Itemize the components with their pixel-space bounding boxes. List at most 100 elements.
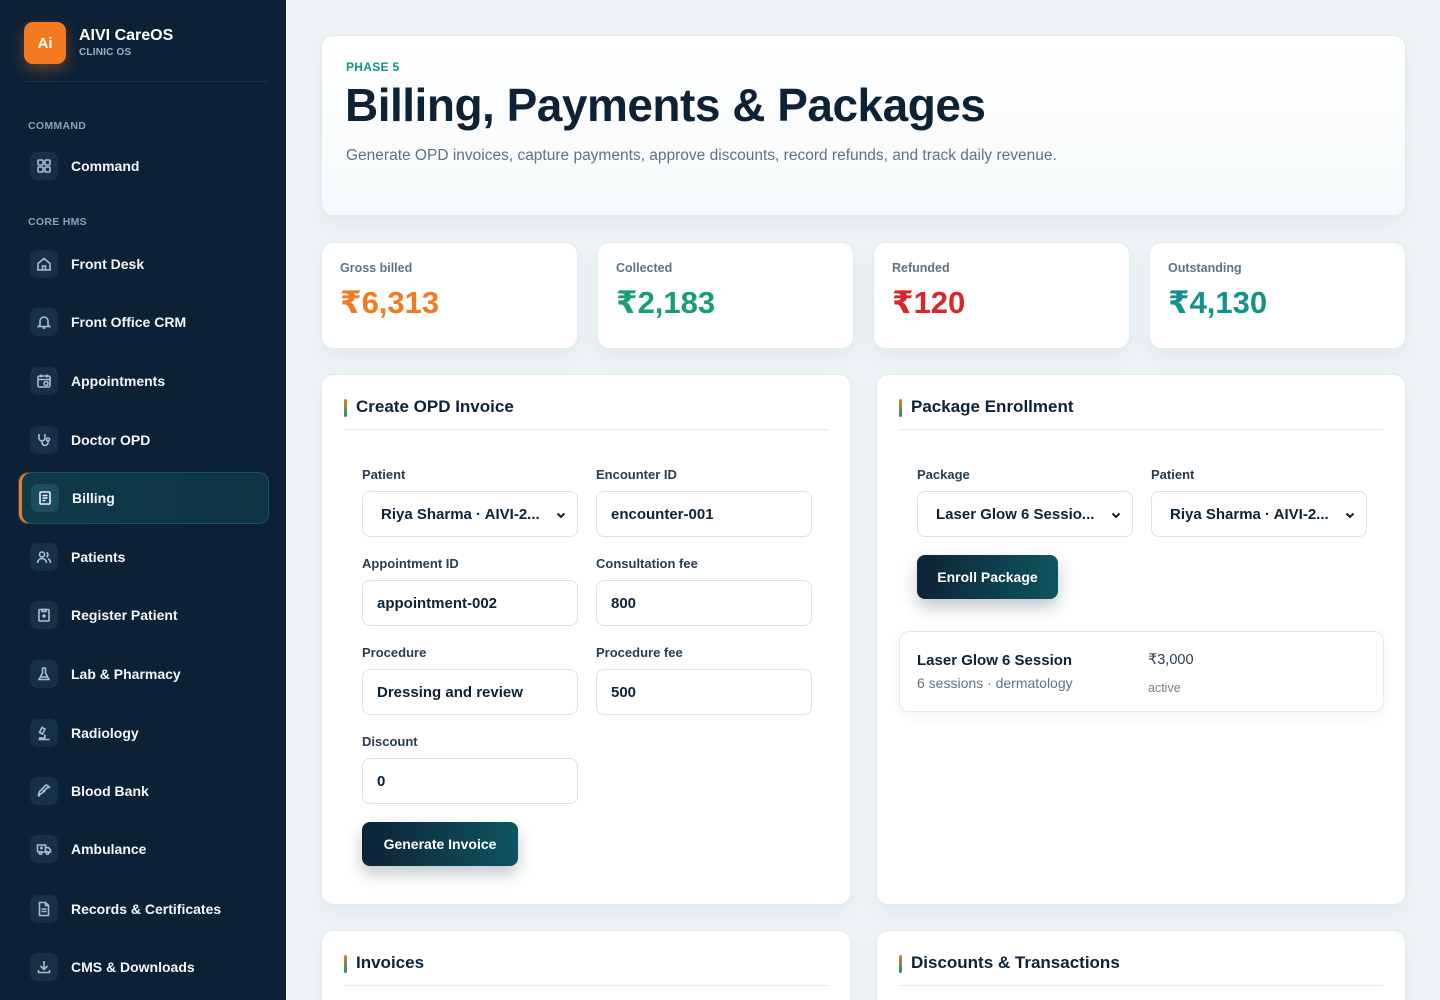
sidebar-item-front-office-crm[interactable]: Front Office CRM xyxy=(18,296,269,348)
package-label: Package xyxy=(917,467,970,482)
divider xyxy=(899,985,1383,986)
brand-name: AIVI CareOS xyxy=(79,27,174,44)
sidebar-item-label: Register Patient xyxy=(71,607,178,623)
clipboard-icon xyxy=(30,601,58,629)
stat-value: ₹6,313 xyxy=(340,285,440,320)
package-price: ₹3,000 xyxy=(1148,652,1194,668)
chevron-down-icon xyxy=(1110,508,1122,520)
procedure-fee-label: Procedure fee xyxy=(596,645,683,660)
sidebar-item-lab-pharmacy[interactable]: Lab & Pharmacy xyxy=(18,648,269,700)
panel-title: Invoices xyxy=(344,953,424,973)
sidebar-item-label: Patients xyxy=(71,549,126,565)
sidebar-item-label: Blood Bank xyxy=(71,783,149,799)
stethoscope-icon xyxy=(30,426,58,454)
stat-outstanding: Outstanding ₹4,130 xyxy=(1149,242,1406,349)
stat-label: Collected xyxy=(616,261,673,275)
package-name: Laser Glow 6 Session xyxy=(917,652,1073,669)
consultation-fee-label: Consultation fee xyxy=(596,556,698,571)
sidebar: Ai AIVI CareOS CLINIC OS COMMAND Command… xyxy=(0,0,286,1000)
sidebar-item-label: Front Office CRM xyxy=(71,314,187,330)
stat-label: Gross billed xyxy=(340,261,413,275)
sidebar-item-label: Appointments xyxy=(71,373,166,389)
procedure-fee-input[interactable] xyxy=(596,669,812,715)
document-icon xyxy=(30,895,58,923)
patient-select-value: Riya Sharma · AIVI-2... xyxy=(1170,505,1329,523)
ambulance-icon xyxy=(30,835,58,863)
microscope-icon xyxy=(30,719,58,747)
stat-value: ₹120 xyxy=(892,285,966,320)
generate-invoice-button[interactable]: Generate Invoice xyxy=(362,822,518,866)
panel-title: Create OPD Invoice xyxy=(344,397,514,417)
patient-label: Patient xyxy=(1151,467,1195,482)
invoices-panel: Invoices xyxy=(321,930,851,1000)
flask-icon xyxy=(30,660,58,688)
stat-value: ₹2,183 xyxy=(616,285,716,320)
brand-logo: Ai xyxy=(24,22,66,64)
sidebar-item-radiology[interactable]: Radiology xyxy=(18,707,269,759)
main-content: PHASE 5 Billing, Payments & Packages Gen… xyxy=(286,0,1440,1000)
discount-label: Discount xyxy=(362,734,418,749)
sidebar-item-records-certificates[interactable]: Records & Certificates xyxy=(18,883,269,935)
sidebar-item-register-patient[interactable]: Register Patient xyxy=(18,589,269,641)
page-title: Billing, Payments & Packages xyxy=(345,79,986,131)
brand-subtitle: CLINIC OS xyxy=(79,47,132,58)
consultation-fee-input[interactable] xyxy=(596,580,812,626)
sidebar-item-doctor-opd[interactable]: Doctor OPD xyxy=(18,414,269,466)
divider xyxy=(344,429,828,430)
syringe-icon xyxy=(30,777,58,805)
receipt-icon xyxy=(31,484,59,512)
stat-gross-billed: Gross billed ₹6,313 xyxy=(321,242,578,349)
sidebar-item-label: Doctor OPD xyxy=(71,432,151,448)
sidebar-item-appointments[interactable]: Appointments xyxy=(18,355,269,407)
list-item[interactable]: Laser Glow 6 Session 6 sessions · dermat… xyxy=(899,631,1384,712)
stat-refunded: Refunded ₹120 xyxy=(873,242,1130,349)
stat-collected: Collected ₹2,183 xyxy=(597,242,854,349)
chevron-down-icon xyxy=(1344,508,1356,520)
bell-icon xyxy=(30,308,58,336)
procedure-label: Procedure xyxy=(362,645,427,660)
stat-value: ₹4,130 xyxy=(1168,285,1268,320)
encounter-id-input[interactable] xyxy=(596,491,812,537)
sidebar-item-label: Lab & Pharmacy xyxy=(71,666,181,682)
sidebar-item-ambulance[interactable]: Ambulance xyxy=(18,823,269,875)
sidebar-item-label: Billing xyxy=(72,490,115,506)
sidebar-item-label: Radiology xyxy=(71,725,139,741)
users-icon xyxy=(30,543,58,571)
sidebar-item-cms-downloads[interactable]: CMS & Downloads xyxy=(18,941,269,993)
home-icon xyxy=(30,250,58,278)
sidebar-item-command[interactable]: Command xyxy=(18,140,269,192)
divider xyxy=(344,985,828,986)
calendar-icon xyxy=(30,367,58,395)
sidebar-item-label: Command xyxy=(71,158,140,174)
grid-icon xyxy=(30,152,58,180)
stat-label: Outstanding xyxy=(1168,261,1242,275)
page-header: PHASE 5 Billing, Payments & Packages Gen… xyxy=(321,35,1406,216)
package-meta: 6 sessions · dermatology xyxy=(917,675,1073,691)
section-label-command: COMMAND xyxy=(28,120,87,132)
sidebar-item-patients[interactable]: Patients xyxy=(18,531,269,583)
patient-label: Patient xyxy=(362,467,406,482)
create-invoice-panel: Create OPD Invoice Patient Riya Sharma ·… xyxy=(321,374,851,905)
sidebar-item-label: Ambulance xyxy=(71,841,147,857)
sidebar-item-label: Records & Certificates xyxy=(71,901,222,917)
patient-select[interactable]: Riya Sharma · AIVI-2... xyxy=(362,491,578,537)
sidebar-item-billing[interactable]: Billing xyxy=(18,472,269,524)
divider xyxy=(899,429,1383,430)
package-select[interactable]: Laser Glow 6 Sessio... xyxy=(917,491,1133,537)
transactions-panel: Discounts & Transactions xyxy=(876,930,1406,1000)
sidebar-item-front-desk[interactable]: Front Desk xyxy=(18,238,269,290)
discount-input[interactable] xyxy=(362,758,578,804)
sidebar-item-label: Front Desk xyxy=(71,256,145,272)
brand: Ai AIVI CareOS CLINIC OS xyxy=(24,22,268,82)
phase-label: PHASE 5 xyxy=(346,60,400,74)
appointment-id-input[interactable] xyxy=(362,580,578,626)
panel-title: Discounts & Transactions xyxy=(899,953,1120,973)
enroll-package-button[interactable]: Enroll Package xyxy=(917,555,1058,599)
section-label-core-hms: CORE HMS xyxy=(28,216,87,228)
patient-select[interactable]: Riya Sharma · AIVI-2... xyxy=(1151,491,1367,537)
procedure-input[interactable] xyxy=(362,669,578,715)
download-icon xyxy=(30,953,58,981)
appointment-label: Appointment ID xyxy=(362,556,459,571)
page-description: Generate OPD invoices, capture payments,… xyxy=(346,147,1057,164)
sidebar-item-blood-bank[interactable]: Blood Bank xyxy=(18,765,269,817)
